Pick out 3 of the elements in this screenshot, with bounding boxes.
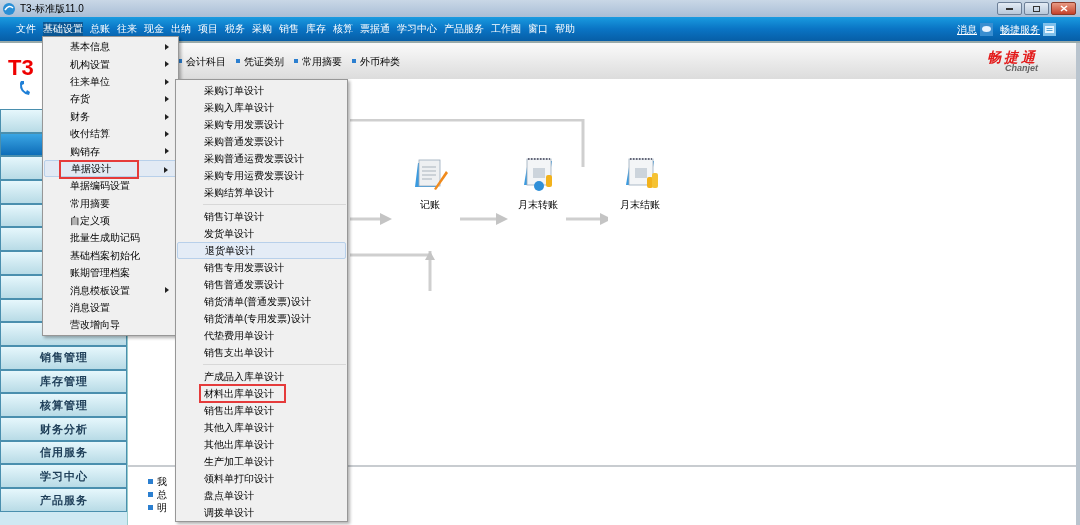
- brand-logo: 畅捷通 Chanjet: [987, 49, 1038, 73]
- window-title: T3-标准版11.0: [20, 3, 84, 14]
- logo-text: T3: [8, 57, 34, 79]
